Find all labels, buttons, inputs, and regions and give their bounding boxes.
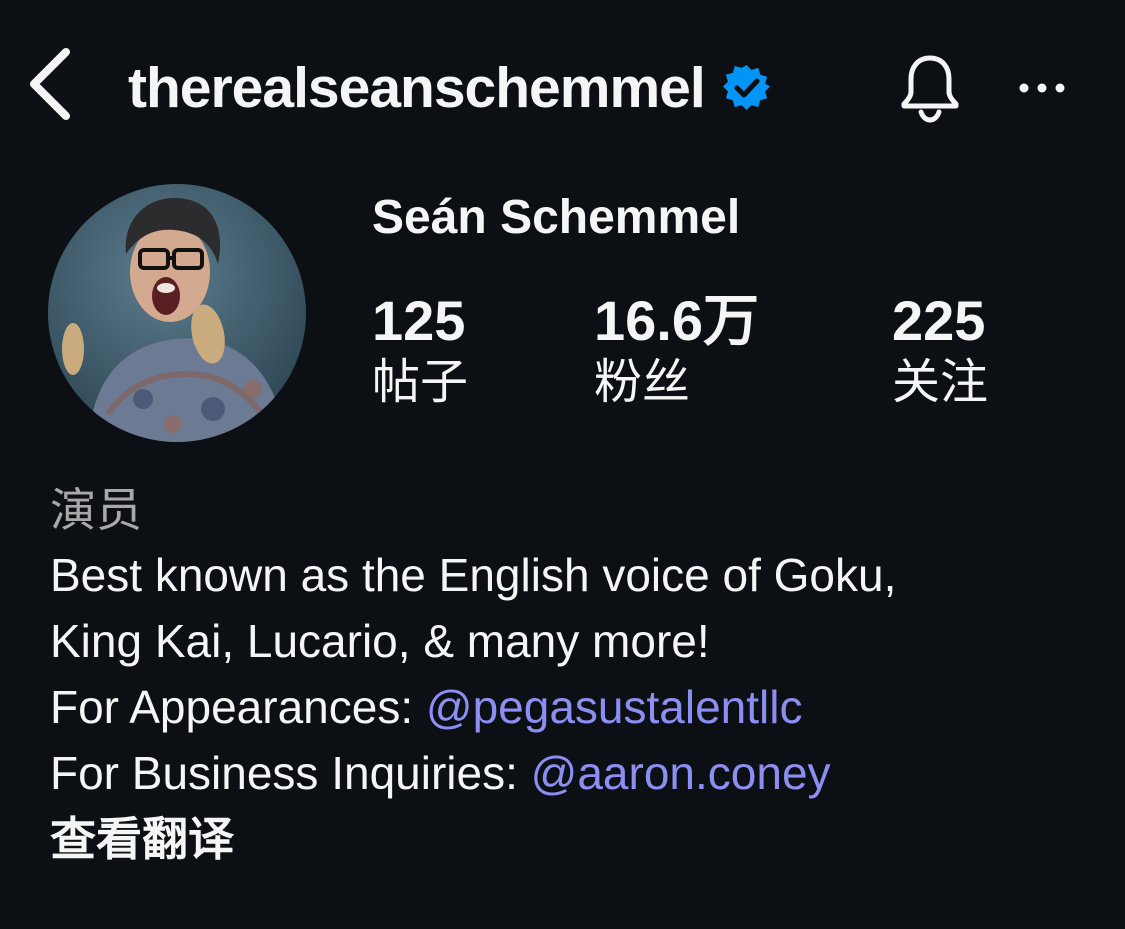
stat-posts[interactable]: 125 帖子 xyxy=(372,290,468,414)
followers-label: 粉丝 xyxy=(594,356,691,409)
business-label: For Business Inquiries: xyxy=(50,747,531,799)
profile-header: therealseanschemmel xyxy=(0,0,1125,180)
bio-line-2: King Kai, Lucario, & many more! xyxy=(50,615,710,667)
notifications-button[interactable] xyxy=(896,52,964,124)
username: therealseanschemmel xyxy=(128,55,706,120)
bio-line-3: For Appearances: @pegasustalentllc xyxy=(50,674,1110,740)
verified-badge-icon xyxy=(722,64,770,111)
avatar[interactable] xyxy=(48,184,306,442)
followers-count: 16.6万 xyxy=(594,289,759,352)
stat-following[interactable]: 225 关注 xyxy=(892,290,988,414)
bio-line-4: For Business Inquiries: @aaron.coney xyxy=(50,740,1110,806)
following-label: 关注 xyxy=(892,356,989,409)
bell-icon xyxy=(901,55,959,123)
more-options-button[interactable] xyxy=(1010,68,1074,108)
following-count: 225 xyxy=(892,289,986,352)
posts-count: 125 xyxy=(372,289,466,352)
username-title: therealseanschemmel xyxy=(128,52,771,124)
display-name: Seán Schemmel xyxy=(372,191,741,244)
appearances-label: For Appearances: xyxy=(50,681,426,733)
mention-aaron-coney[interactable]: @aaron.coney xyxy=(531,747,831,799)
back-button[interactable] xyxy=(22,44,78,124)
bio-line-1: Best known as the English voice of Goku, xyxy=(50,549,897,601)
mention-pegasustalentllc[interactable]: @pegasustalentllc xyxy=(426,681,803,733)
stat-followers[interactable]: 16.6万 粉丝 xyxy=(594,290,759,414)
profile-photo xyxy=(48,184,306,442)
posts-label: 帖子 xyxy=(372,356,469,409)
see-translation-link[interactable]: 查看翻译 xyxy=(50,806,234,872)
category-label: 演员 xyxy=(50,484,142,536)
chevron-left-icon xyxy=(30,48,70,120)
more-horizontal-icon xyxy=(1019,83,1065,93)
bio: 演员 Best known as the English voice of Go… xyxy=(50,478,1110,872)
